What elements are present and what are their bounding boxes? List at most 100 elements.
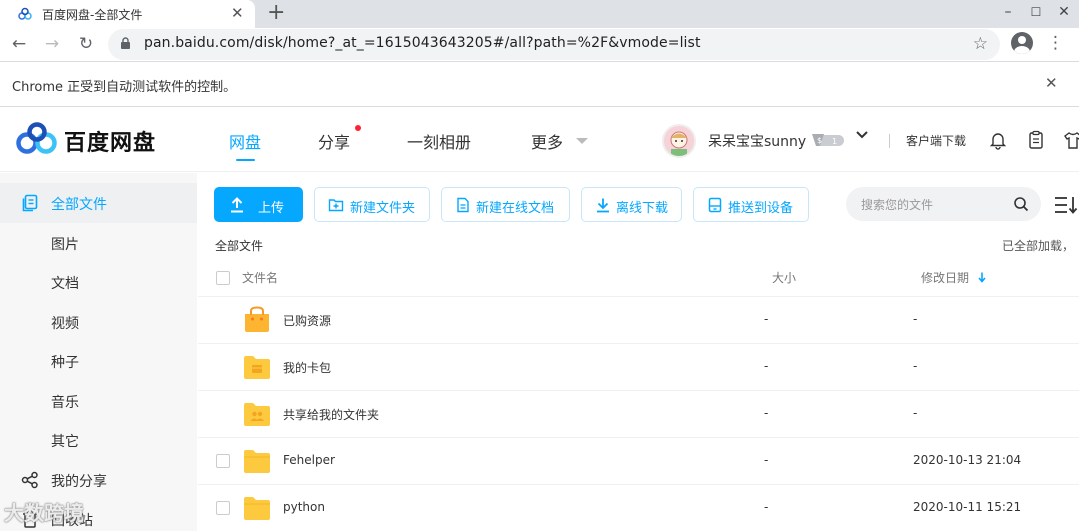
row-checkbox[interactable] xyxy=(216,454,230,468)
folder-icon xyxy=(244,450,270,473)
folder-icon xyxy=(244,497,270,520)
profile-icon[interactable] xyxy=(1011,32,1033,54)
card-folder-icon xyxy=(244,356,270,379)
sort-descending-arrow-icon[interactable] xyxy=(978,272,986,283)
table-row[interactable]: 我的卡包 - - xyxy=(198,343,1079,390)
infobar-close-icon[interactable]: ✕ xyxy=(1045,74,1058,92)
push-to-device-button[interactable]: 推送到设备 xyxy=(693,187,809,222)
browser-tab[interactable]: 百度网盘-全部文件 ✕ xyxy=(0,0,255,28)
nav-active-underline xyxy=(236,159,255,161)
table-row[interactable]: python - 2020-10-11 15:21 xyxy=(198,484,1079,531)
table-row[interactable]: Fehelper - 2020-10-13 21:04 xyxy=(198,437,1079,484)
breadcrumb[interactable]: 全部文件 xyxy=(215,237,263,254)
sidebar: 全部文件 图片 文档 视频 种子 音乐 其它 我的分享 回收站 xyxy=(0,173,197,531)
tab-title: 百度网盘-全部文件 xyxy=(42,8,143,22)
window-close-icon[interactable]: ✕ xyxy=(1049,0,1079,28)
files-icon xyxy=(22,194,38,212)
new-online-doc-label: 新建在线文档 xyxy=(476,201,555,216)
file-date: - xyxy=(913,312,918,326)
avatar-image-icon xyxy=(664,126,694,156)
sidebar-item-images[interactable]: 图片 xyxy=(0,223,197,263)
file-date: - xyxy=(913,406,918,420)
avatar[interactable] xyxy=(662,124,696,158)
user-menu-chevron-down-icon[interactable] xyxy=(855,128,869,142)
sidebar-item-label: 种子 xyxy=(51,355,79,371)
sidebar-item-documents[interactable]: 文档 xyxy=(0,262,197,302)
svg-text:1: 1 xyxy=(832,137,837,146)
table-row[interactable]: 已购资源 - - xyxy=(198,296,1079,343)
nav-photo-album[interactable]: 一刻相册 xyxy=(407,129,471,153)
reload-icon[interactable]: ↻ xyxy=(76,34,96,54)
file-date: - xyxy=(913,359,918,373)
new-folder-icon xyxy=(328,199,344,212)
sidebar-item-label: 视频 xyxy=(51,316,79,332)
maximize-icon[interactable]: ☐ xyxy=(1021,0,1051,28)
nav-netdisk[interactable]: 网盘 xyxy=(229,129,261,153)
upload-button[interactable]: 上传 xyxy=(214,187,303,222)
row-checkbox[interactable] xyxy=(216,501,230,515)
forward-arrow-icon[interactable]: → xyxy=(42,34,62,54)
app-header: 百度网盘 网盘 分享 一刻相册 更多 呆呆宝宝sunny $ 1 客户端下载 xyxy=(0,108,1079,172)
download-icon xyxy=(597,198,609,213)
sidebar-item-my-shares[interactable]: 我的分享 xyxy=(0,460,197,500)
file-name[interactable]: 我的卡包 xyxy=(283,359,331,376)
more-caret-icon[interactable] xyxy=(576,138,588,144)
sort-list-icon[interactable] xyxy=(1054,195,1079,215)
minimize-icon[interactable]: – xyxy=(993,0,1023,28)
sidebar-item-label: 音乐 xyxy=(51,395,79,411)
shared-folder-icon xyxy=(244,403,270,426)
sidebar-item-label: 我的分享 xyxy=(51,474,107,490)
nav-share[interactable]: 分享 xyxy=(318,129,350,153)
sidebar-item-torrents[interactable]: 种子 xyxy=(0,341,197,381)
back-arrow-icon[interactable]: ← xyxy=(9,34,29,54)
file-name[interactable]: python xyxy=(283,500,325,514)
file-size: - xyxy=(764,406,769,420)
bell-icon[interactable] xyxy=(988,130,1008,150)
sidebar-item-label: 其它 xyxy=(51,434,79,450)
sidebar-item-videos[interactable]: 视频 xyxy=(0,302,197,342)
address-bar[interactable]: pan.baidu.com/disk/home?_at_=16150436432… xyxy=(108,29,1000,60)
bookmark-star-icon[interactable]: ☆ xyxy=(973,34,988,54)
infobar-message: Chrome 正受到自动测试软件的控制。 xyxy=(12,80,237,95)
column-header-name[interactable]: 文件名 xyxy=(242,269,278,286)
column-header-date[interactable]: 修改日期 xyxy=(921,269,969,286)
column-header-size[interactable]: 大小 xyxy=(772,269,796,286)
search-input[interactable]: 搜索您的文件 xyxy=(846,187,1041,221)
file-size: - xyxy=(764,500,769,514)
sidebar-item-all-files[interactable]: 全部文件 xyxy=(0,183,197,223)
baidu-pan-logo[interactable]: 百度网盘 xyxy=(16,122,176,156)
load-status: 已全部加载， xyxy=(1002,239,1075,253)
upload-icon xyxy=(231,197,243,213)
file-name[interactable]: 共享给我的文件夹 xyxy=(283,406,379,423)
upload-label: 上传 xyxy=(258,201,285,216)
select-all-checkbox[interactable] xyxy=(216,271,230,285)
new-tab-icon[interactable]: + xyxy=(267,1,285,25)
tshirt-skin-icon[interactable] xyxy=(1063,130,1079,150)
sidebar-item-music[interactable]: 音乐 xyxy=(0,381,197,421)
new-folder-button[interactable]: 新建文件夹 xyxy=(314,187,430,222)
new-online-doc-button[interactable]: 新建在线文档 xyxy=(441,187,570,222)
search-icon[interactable] xyxy=(1013,196,1029,212)
file-size: - xyxy=(764,453,769,467)
client-download-link[interactable]: 客户端下载 xyxy=(906,132,966,149)
sidebar-item-label: 图片 xyxy=(51,237,79,253)
sidebar-item-other[interactable]: 其它 xyxy=(0,420,197,460)
chrome-menu-icon[interactable]: ⋮ xyxy=(1047,33,1064,53)
file-size: - xyxy=(764,312,769,326)
file-name[interactable]: 已购资源 xyxy=(283,312,331,329)
browser-tab-strip: 百度网盘-全部文件 ✕ + – ☐ ✕ xyxy=(0,0,1079,28)
file-name[interactable]: Fehelper xyxy=(283,453,335,467)
baidu-pan-logo-icon xyxy=(16,122,57,154)
new-folder-label: 新建文件夹 xyxy=(350,201,416,216)
header-divider xyxy=(889,134,890,148)
nav-more[interactable]: 更多 xyxy=(531,129,563,153)
table-row[interactable]: 共享给我的文件夹 - - xyxy=(198,390,1079,437)
automation-infobar: Chrome 正受到自动测试软件的控制。 ✕ xyxy=(0,61,1079,107)
push-to-device-label: 推送到设备 xyxy=(728,201,794,216)
tab-close-icon[interactable]: ✕ xyxy=(231,4,244,22)
offline-download-button[interactable]: 离线下载 xyxy=(581,187,682,222)
clipboard-icon[interactable] xyxy=(1026,130,1046,150)
watermark: 大数跨境 xyxy=(4,501,84,525)
username[interactable]: 呆呆宝宝sunny xyxy=(708,131,806,151)
svg-text:$: $ xyxy=(817,136,822,145)
